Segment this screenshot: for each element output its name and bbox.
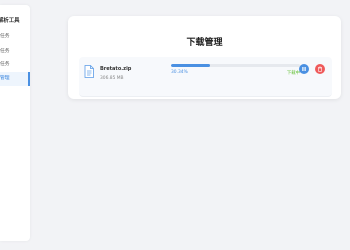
download-manager-card: 下载管理 Bretato.zip 306.85 MB 30.34% 下载中 — [68, 16, 341, 99]
progress-bar — [171, 64, 300, 67]
file-size: 306.85 MB — [100, 76, 124, 81]
progress-percent: 30.34% — [171, 70, 188, 75]
sidebar: 解析工具 任务 任务 任务 管理 — [0, 5, 30, 241]
progress-fill — [171, 64, 211, 67]
page-title: 下载管理 — [186, 38, 223, 48]
sidebar-item-1[interactable]: 任务 — [0, 30, 30, 44]
pause-icon — [302, 67, 306, 71]
status-text: 下载中 — [286, 71, 300, 76]
sidebar-item-3[interactable]: 任务 — [0, 58, 30, 72]
sidebar-title: 解析工具 — [0, 18, 20, 24]
sidebar-item-download-manager[interactable]: 管理 — [0, 72, 30, 86]
sidebar-item-2[interactable]: 任务 — [0, 45, 30, 59]
file-name: Bretato.zip — [100, 66, 132, 72]
delete-icon — [318, 66, 322, 72]
delete-button[interactable] — [315, 64, 325, 74]
file-icon — [84, 65, 94, 78]
download-item: Bretato.zip 306.85 MB 30.34% 下载中 — [79, 57, 332, 97]
pause-button[interactable] — [299, 64, 309, 74]
